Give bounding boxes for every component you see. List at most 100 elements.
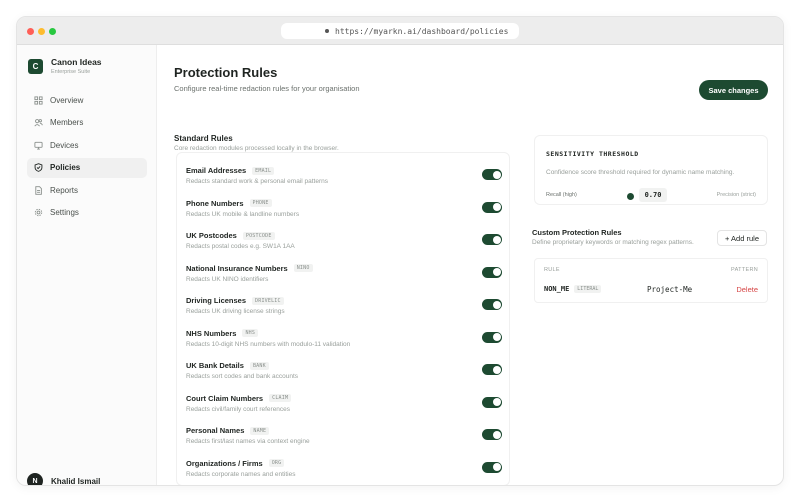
rule-toggle-bank[interactable]	[482, 364, 502, 375]
rule-name: Personal Names	[186, 426, 245, 435]
rule-name: National Insurance Numbers	[186, 263, 288, 273]
rule-toggle-postcode[interactable]	[482, 234, 502, 245]
maximize-window-button[interactable]	[49, 28, 56, 35]
rule-tag: DRIVELIC	[252, 296, 284, 305]
users-icon	[34, 119, 43, 127]
toggle-knob	[492, 463, 501, 471]
standard-rules-list: Email Addresses EMAIL Redacts standard wo…	[176, 152, 510, 485]
shield-icon	[34, 163, 43, 172]
rule-row-postcode: UK Postcodes POSTCODE Redacts postal code…	[177, 224, 509, 256]
column-header-pattern: PATTERN	[731, 267, 758, 273]
threshold-min-label: Recall (high)	[546, 192, 577, 198]
threshold-slider-handle[interactable]	[627, 193, 634, 200]
sidebar-item-devices[interactable]: Devices	[27, 135, 147, 155]
toggle-knob	[492, 170, 501, 179]
rule-tag: CLAIM	[269, 394, 292, 402]
page-title: Protection Rules	[174, 65, 278, 80]
rule-row-drivelic: Driving Licenses DRIVELIC Redacts UK driv…	[177, 289, 509, 321]
browser-window: https://myarkn.ai/dashboard/policies C C…	[16, 16, 784, 486]
close-window-button[interactable]	[27, 28, 34, 35]
sidebar-item-label: Settings	[50, 208, 79, 217]
custom-rules-subtitle: Define proprietary keywords or matching …	[532, 239, 694, 246]
save-changes-button[interactable]: Save changes	[699, 80, 768, 100]
user-profile[interactable]: N Khalid Ismail	[27, 473, 101, 486]
threshold-value: 0.70	[639, 188, 667, 202]
rule-row-name: Personal Names NAME Redacts first/last na…	[177, 419, 509, 451]
column-header-rule: RULE	[544, 267, 560, 273]
rule-row-claim: Court Claim Numbers CLAIM Redacts civil/f…	[177, 387, 509, 419]
rule-description: Redacts UK driving license strings	[186, 308, 285, 315]
rule-row-nhs: NHS Numbers NHS Redacts 10-digit NHS numb…	[177, 322, 509, 354]
brand-logo: C	[28, 59, 43, 74]
rule-name: Email Addresses	[186, 166, 247, 175]
custom-rules-title: Custom Protection Rules	[532, 228, 622, 237]
page-subtitle: Configure real-time redaction rules for …	[174, 84, 360, 93]
standard-rules-title: Standard Rules	[174, 134, 233, 143]
custom-rule-pattern: Project-Me	[647, 285, 693, 294]
threshold-title: SENSITIVITY THRESHOLD	[546, 150, 639, 158]
rule-tag: BANK	[249, 361, 269, 370]
sidebar-item-label: Policies	[50, 163, 81, 172]
rule-description: Redacts standard work & personal email p…	[186, 178, 328, 185]
user-name: Khalid Ismail	[51, 476, 101, 486]
rule-name: Organizations / Firms	[186, 458, 263, 468]
rule-toggle-claim[interactable]	[482, 396, 502, 408]
rule-toggle-nhs[interactable]	[482, 331, 502, 343]
toggle-knob	[492, 300, 501, 309]
sidebar-item-overview[interactable]: Overview	[27, 90, 147, 110]
toggle-knob	[492, 430, 501, 439]
sidebar-item-members[interactable]: Members	[27, 113, 147, 133]
rule-description: Redacts sort codes and bank accounts	[186, 373, 299, 380]
rule-name: Driving Licenses	[186, 296, 247, 305]
rule-toggle-drivelic[interactable]	[482, 299, 502, 310]
sidebar-item-label: Overview	[50, 95, 84, 105]
custom-rule-name: NON_ME	[544, 285, 570, 293]
rule-name: UK Postcodes	[186, 231, 237, 240]
rule-name: UK Bank Details	[186, 361, 244, 370]
toggle-knob	[492, 268, 501, 276]
add-rule-button[interactable]: + Add rule	[717, 230, 767, 246]
custom-rules-table: RULE PATTERN NON_ME LITERAL Project-Me De…	[534, 258, 768, 303]
toggle-knob	[492, 235, 501, 244]
app-shell: C Canon Ideas Enterprise Suite Overview …	[17, 45, 783, 485]
rule-tag: POSTCODE	[242, 231, 275, 240]
monitor-icon	[34, 141, 43, 150]
brand-name: Canon Ideas	[51, 57, 102, 67]
rule-tag: EMAIL	[252, 166, 275, 175]
rule-name: Court Claim Numbers	[186, 393, 264, 403]
rule-row-phone: Phone Numbers PHONE Redacts UK mobile & l…	[177, 192, 509, 224]
browser-titlebar: https://myarkn.ai/dashboard/policies	[17, 17, 783, 45]
sidebar-item-label: Members	[50, 118, 84, 127]
sensitivity-threshold-card: SENSITIVITY THRESHOLD Confidence score t…	[534, 135, 768, 205]
rule-toggle-phone[interactable]	[482, 201, 502, 213]
brand: C Canon Ideas Enterprise Suite	[28, 57, 102, 75]
toggle-knob	[492, 398, 501, 406]
sidebar-item-label: Devices	[50, 140, 79, 150]
delete-rule-button[interactable]: Delete	[736, 285, 758, 294]
sidebar-item-reports[interactable]: Reports	[27, 180, 147, 200]
toggle-knob	[492, 333, 501, 341]
avatar: N	[27, 473, 43, 485]
rule-toggle-org[interactable]	[482, 461, 502, 473]
threshold-max-label: Precision (strict)	[716, 192, 756, 198]
custom-rule-tag: LITERAL	[574, 285, 602, 293]
rule-toggle-name[interactable]	[482, 429, 502, 440]
rule-row-org: Organizations / Firms ORG Redacts corpora…	[177, 452, 509, 484]
threshold-description: Confidence score threshold required for …	[546, 169, 735, 176]
rule-toggle-email[interactable]	[482, 169, 502, 180]
sidebar-item-label: Reports	[50, 185, 79, 195]
rule-toggle-nino[interactable]	[482, 266, 502, 278]
rule-row-email: Email Addresses EMAIL Redacts standard wo…	[177, 159, 509, 191]
minimize-window-button[interactable]	[38, 28, 45, 35]
sidebar-item-policies[interactable]: Policies	[27, 157, 147, 178]
table-row: NON_ME LITERAL Project-Me Delete	[535, 282, 767, 302]
document-icon	[35, 185, 42, 195]
address-bar[interactable]: https://myarkn.ai/dashboard/policies	[281, 23, 519, 39]
sidebar-nav: Overview Members Devices Policies Report…	[27, 90, 147, 225]
sidebar-item-settings[interactable]: Settings	[27, 203, 147, 223]
grid-icon	[34, 95, 43, 105]
rule-description: Redacts corporate names and entities	[186, 470, 296, 478]
rule-description: Redacts first/last names via context eng…	[186, 438, 310, 445]
address-url: https://myarkn.ai/dashboard/policies	[335, 26, 509, 36]
rule-description: Redacts UK NINO identifiers	[186, 275, 269, 283]
